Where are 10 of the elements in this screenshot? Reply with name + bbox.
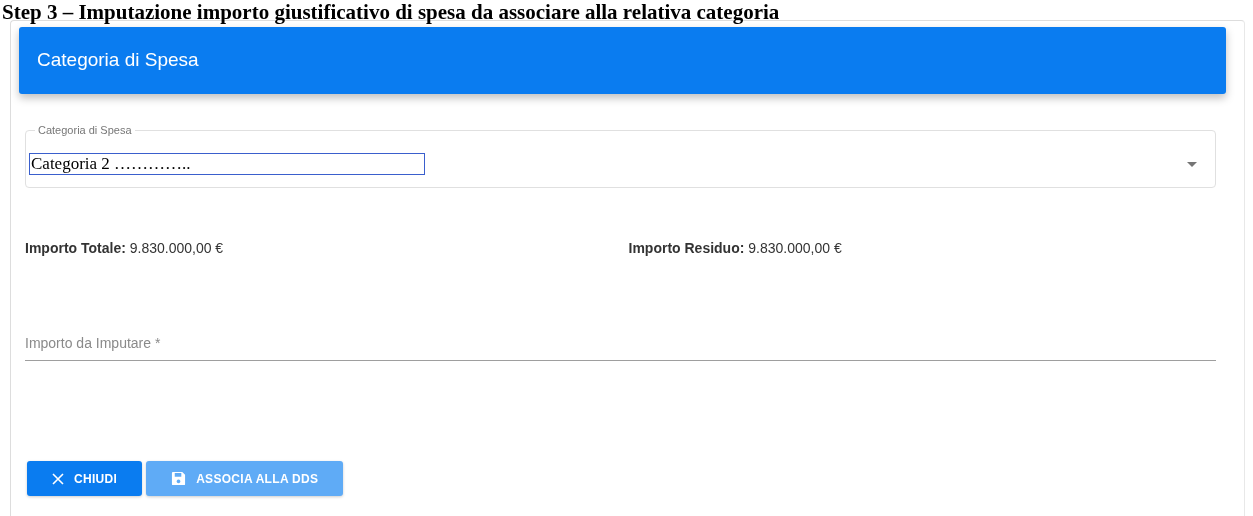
close-button[interactable]: CHIUDI (27, 461, 143, 496)
amount-text: Importo Totale: 9.830.000,00 € (25, 239, 225, 258)
select-value: Categoria 2 ………….. (29, 153, 425, 175)
dropdown-caret-icon (1187, 161, 1197, 167)
card-title: Categoria di Spesa (37, 48, 199, 73)
amount-input-field[interactable]: Importo da Imputare * (25, 333, 1216, 361)
page-heading: Step 3 – Imputazione importo giustificativo di spesa da associare alla relativa categoria (1, 0, 780, 24)
amount-text: Importo Residuo: 9.830.000,00 € (627, 239, 843, 258)
close-icon (52, 472, 64, 485)
select-label: Categoria di Spesa (35, 123, 135, 137)
